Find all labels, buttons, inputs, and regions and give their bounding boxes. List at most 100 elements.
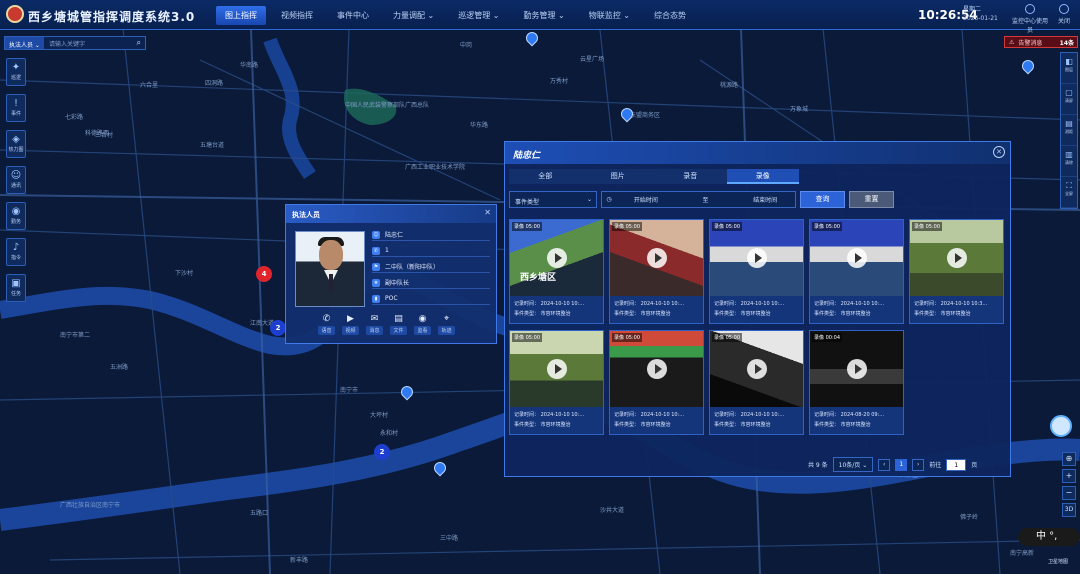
- play-icon[interactable]: [647, 248, 667, 268]
- satellite-map-label[interactable]: 卫星地图: [1048, 558, 1068, 565]
- officer-pin[interactable]: [398, 383, 416, 401]
- officer-device: POC: [385, 295, 398, 302]
- patrol-tool[interactable]: ✦ 巡逻: [6, 58, 26, 86]
- play-icon[interactable]: [847, 248, 867, 268]
- query-button[interactable]: 查询: [800, 191, 845, 208]
- close-system-button[interactable]: 关闭: [1058, 4, 1070, 25]
- event-tool[interactable]: ! 事件: [6, 94, 26, 122]
- reset-button[interactable]: 重置: [849, 191, 894, 208]
- play-icon[interactable]: [647, 359, 667, 379]
- play-icon[interactable]: [547, 248, 567, 268]
- officer-pin[interactable]: [1019, 57, 1037, 75]
- voice-call-button[interactable]: ✆ 语音: [318, 313, 335, 335]
- nav-force-deploy[interactable]: 力量调配 ⌄: [384, 6, 443, 25]
- officer-pin[interactable]: [523, 29, 541, 47]
- nav-event-center[interactable]: 事件中心: [328, 6, 378, 25]
- message-button[interactable]: ✉ 消息: [366, 313, 383, 335]
- prev-page-button[interactable]: ‹: [878, 458, 891, 471]
- nav-duty-manage[interactable]: 勤务管理 ⌄: [515, 6, 574, 25]
- nav-map-command[interactable]: 图上指挥: [216, 6, 266, 25]
- video-card[interactable]: 录像 05:00 记录时间： 2024-10-10 10:3... 事件类型： 市…: [909, 219, 1004, 324]
- user-menu[interactable]: 监控中心使用员: [1012, 4, 1048, 34]
- officer-pin[interactable]: [431, 459, 449, 477]
- zoom-in-button[interactable]: +: [1062, 469, 1076, 483]
- start-time-input[interactable]: 开始时间: [616, 195, 676, 204]
- measure-tool[interactable]: ▤ 测距: [1061, 115, 1077, 146]
- play-icon[interactable]: [547, 359, 567, 379]
- video-card[interactable]: 录像 00:04 记录时间： 2024-08-20 09:... 事件类型： 市容…: [809, 330, 904, 435]
- video-type: 事件类型： 市容环境整治: [714, 422, 771, 428]
- next-page-button[interactable]: ›: [912, 458, 925, 471]
- search-bar: 执法人员 ⌄ 请输入关键字 ⌕: [4, 36, 146, 50]
- map-label: 南宁市第二: [60, 332, 91, 339]
- search-icon[interactable]: ⌕: [137, 38, 145, 48]
- cluster-marker[interactable]: 4: [256, 266, 272, 282]
- layers-tool[interactable]: ◧ 图层: [1061, 53, 1077, 84]
- tool-label: 图层: [1065, 67, 1073, 72]
- officer-pin[interactable]: [618, 105, 636, 123]
- search-type-select[interactable]: 执法人员 ⌄: [5, 37, 44, 49]
- role-icon: ★: [372, 278, 380, 287]
- alarm-notice[interactable]: ⚠ 告警消息 14条: [1004, 36, 1078, 48]
- zoom-out-button[interactable]: −: [1062, 486, 1076, 500]
- file-button[interactable]: ▤ 文件: [390, 313, 407, 335]
- end-time-input[interactable]: 结束时间: [735, 195, 795, 204]
- close-icon[interactable]: ✕: [484, 208, 491, 217]
- goto-page-input[interactable]: 1: [946, 458, 967, 471]
- play-icon[interactable]: [947, 248, 967, 268]
- tab-video[interactable]: 录像: [726, 169, 799, 184]
- event-type-select[interactable]: 事件类型 ⌄: [509, 191, 597, 208]
- play-icon[interactable]: [747, 359, 767, 379]
- close-icon[interactable]: ✕: [993, 146, 1005, 158]
- video-tag: 录像 05:00: [612, 222, 642, 231]
- clear-tool[interactable]: ▥ 清除: [1061, 146, 1077, 177]
- map-label: 佛子岭: [960, 514, 979, 521]
- video-call-button[interactable]: ▶ 视频: [342, 313, 359, 335]
- contacts-tool[interactable]: ☺ 通讯: [6, 166, 26, 194]
- video-card[interactable]: 录像 05:00 记录时间： 2024-10-10 10:... 事件类型： 市容…: [509, 330, 604, 435]
- map-label: 广西工业职业技术学院: [405, 164, 466, 171]
- current-page[interactable]: 1: [895, 458, 908, 471]
- tab-audio[interactable]: 录音: [654, 169, 727, 184]
- video-card[interactable]: 录像 05:00 记录时间： 2024-10-10 10:... 事件类型： 市容…: [609, 219, 704, 324]
- ime-indicator[interactable]: 中 °,: [1018, 528, 1080, 546]
- video-card[interactable]: 录像 05:00 记录时间： 2024-10-10 10:... 事件类型： 市容…: [609, 330, 704, 435]
- date-range-picker[interactable]: ◷ 开始时间 至 结束时间: [601, 191, 796, 208]
- tab-all[interactable]: 全部: [509, 169, 582, 184]
- monitor-button[interactable]: ◉ 监看: [414, 313, 431, 335]
- task-tool[interactable]: ▣ 任务: [6, 274, 26, 302]
- map-label: 中岗: [460, 42, 473, 49]
- map-label: 桃源路: [720, 82, 739, 89]
- video-card[interactable]: 录像 05:00 记录时间： 2024-10-10 10:... 事件类型： 市容…: [709, 219, 804, 324]
- alarm-label: 告警消息: [1018, 39, 1043, 47]
- nav-video-command[interactable]: 视频指挥: [272, 6, 322, 25]
- 3d-toggle-button[interactable]: 3D: [1062, 503, 1076, 517]
- nav-iot-monitor[interactable]: 物联监控 ⌄: [580, 6, 639, 25]
- command-tool[interactable]: ♪ 指令: [6, 238, 26, 266]
- cluster-marker[interactable]: 2: [270, 320, 286, 336]
- assistant-avatar[interactable]: [1050, 415, 1072, 437]
- tool-label: 热力图: [8, 147, 24, 153]
- cluster-marker[interactable]: 2: [374, 444, 390, 460]
- play-icon[interactable]: [847, 359, 867, 379]
- map-label: 万秀村: [550, 78, 569, 85]
- tab-images[interactable]: 图片: [582, 169, 655, 184]
- nav-patrol-manage[interactable]: 巡逻管理 ⌄: [449, 6, 508, 25]
- video-card[interactable]: 西乡塘区 录像 05:00 记录时间： 2024-10-10 10:... 事件类…: [509, 219, 604, 324]
- video-type: 事件类型： 市容环境整治: [514, 311, 571, 317]
- heatmap-tool[interactable]: ◈ 热力图: [6, 130, 26, 158]
- duty-tool[interactable]: ◉ 勤务: [6, 202, 26, 230]
- search-input[interactable]: 请输入关键字: [44, 39, 137, 48]
- page-size-select[interactable]: 10条/页 ⌄: [832, 457, 874, 472]
- video-card[interactable]: 录像 05:00 记录时间： 2024-10-10 10:... 事件类型： 市容…: [809, 219, 904, 324]
- map-label: 南宁高新: [1010, 550, 1035, 557]
- officer-phone: 1: [385, 247, 389, 254]
- nav-situation[interactable]: 综合态势: [645, 6, 695, 25]
- video-card[interactable]: 录像 05:00 记录时间： 2024-10-10 10:... 事件类型： 市容…: [709, 330, 804, 435]
- play-icon[interactable]: [747, 248, 767, 268]
- clear-screen-tool[interactable]: ▢ 清屏: [1061, 84, 1077, 115]
- chevron-down-icon: ⌄: [586, 196, 592, 203]
- track-button[interactable]: ⌖ 轨迹: [438, 313, 455, 335]
- fullscreen-tool[interactable]: ⛶ 全屏: [1061, 177, 1077, 208]
- locate-button[interactable]: ⊕: [1062, 452, 1076, 466]
